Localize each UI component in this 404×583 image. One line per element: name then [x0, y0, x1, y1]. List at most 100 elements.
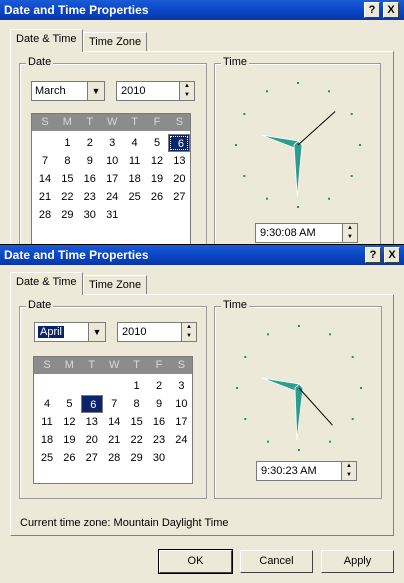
calendar-day[interactable]: 11 [36, 413, 58, 431]
calendar-day[interactable]: 22 [56, 188, 78, 206]
calendar-day[interactable]: 28 [103, 449, 125, 467]
calendar-day[interactable]: 1 [56, 134, 78, 152]
time-group-label: Time [221, 299, 250, 311]
calendar-day[interactable]: 23 [79, 188, 101, 206]
calendar-day[interactable]: 19 [58, 431, 80, 449]
title-bar[interactable]: Date and Time Properties [0, 245, 404, 265]
calendar-day[interactable]: 11 [124, 152, 146, 170]
spin-down-icon[interactable]: ▼ [341, 471, 356, 480]
month-select[interactable]: March ▼ [31, 81, 105, 101]
calendar-day[interactable]: 12 [146, 152, 168, 170]
spin-down-icon[interactable]: ▼ [342, 233, 357, 242]
calendar-day[interactable]: 24 [101, 188, 123, 206]
calendar-day[interactable]: 27 [168, 188, 190, 206]
year-spinner[interactable]: 2010 ▲ ▼ [116, 81, 195, 101]
calendar-day[interactable]: 4 [36, 395, 58, 413]
calendar-day[interactable]: 27 [81, 449, 103, 467]
tab-time-zone[interactable]: Time Zone [83, 275, 148, 295]
calendar-day[interactable]: 9 [79, 152, 101, 170]
tab-time-zone[interactable]: Time Zone [83, 32, 148, 52]
spin-down-icon[interactable]: ▼ [181, 332, 196, 341]
calendar-day[interactable]: 12 [58, 413, 80, 431]
calendar-day[interactable]: 20 [168, 170, 190, 188]
close-button[interactable]: X [384, 247, 400, 263]
calendar-day[interactable]: 13 [81, 413, 103, 431]
calendar-day[interactable]: 19 [146, 170, 168, 188]
calendar-day[interactable]: 2 [79, 134, 101, 152]
calendar-day[interactable]: 1 [126, 377, 148, 395]
calendar-day[interactable]: 25 [36, 449, 58, 467]
calendar-day[interactable]: 16 [148, 413, 170, 431]
calendar-day[interactable]: 20 [81, 431, 103, 449]
clock-tick [350, 175, 353, 177]
analog-clock [235, 82, 361, 208]
title-bar[interactable]: Date and Time Properties [0, 0, 404, 20]
calendar-day[interactable]: 31 [101, 206, 123, 224]
spin-down-icon[interactable]: ▼ [179, 91, 194, 100]
calendar-day[interactable]: 10 [170, 395, 192, 413]
calendar-day[interactable]: 29 [126, 449, 148, 467]
clock-tick [360, 387, 362, 389]
calendar-day[interactable]: 13 [168, 152, 190, 170]
calendar-day[interactable]: 16 [79, 170, 101, 188]
calendar-day[interactable]: 8 [56, 152, 78, 170]
calendar-day[interactable]: 23 [148, 431, 170, 449]
calendar-day[interactable]: 17 [101, 170, 123, 188]
calendar-day[interactable]: 14 [103, 413, 125, 431]
calendar-day[interactable]: 15 [56, 170, 78, 188]
tab-date-time[interactable]: Date & Time [10, 272, 83, 295]
calendar-day[interactable]: 22 [126, 431, 148, 449]
chevron-down-icon[interactable]: ▼ [87, 82, 104, 100]
second-hand [298, 387, 333, 426]
time-value: 9:30:23 AM [261, 465, 317, 477]
calendar-day[interactable]: 17 [170, 413, 192, 431]
second-hand [297, 111, 336, 146]
calendar-day[interactable]: 18 [124, 170, 146, 188]
date-group-label: Date [26, 299, 54, 311]
time-spinner[interactable]: 9:30:08 AM ▲ ▼ [255, 223, 358, 243]
calendar-day[interactable]: 7 [103, 395, 125, 413]
calendar-day[interactable]: 29 [56, 206, 78, 224]
weekday-header: T [131, 116, 138, 128]
calendar-day[interactable]: 25 [124, 188, 146, 206]
ok-button[interactable]: OK [158, 549, 233, 574]
calendar-day[interactable]: 30 [79, 206, 101, 224]
calendar-day[interactable]: 15 [126, 413, 148, 431]
calendar-day[interactable]: 10 [101, 152, 123, 170]
help-button[interactable]: ? [364, 2, 380, 18]
calendar-day[interactable]: 9 [148, 395, 170, 413]
calendar-day[interactable]: 30 [148, 449, 170, 467]
calendar-day[interactable]: 24 [170, 431, 192, 449]
calendar-day[interactable]: 18 [36, 431, 58, 449]
clock-tick [297, 206, 299, 208]
calendar-day[interactable]: 3 [170, 377, 192, 395]
cancel-button[interactable]: Cancel [240, 550, 313, 573]
calendar-day[interactable]: 2 [148, 377, 170, 395]
calendar-day[interactable]: 21 [103, 431, 125, 449]
calendar-day[interactable]: 5 [58, 395, 80, 413]
help-button[interactable]: ? [365, 247, 381, 263]
weekday-header: F [153, 116, 161, 128]
weekday-header: T [88, 359, 96, 371]
calendar-day[interactable]: 14 [34, 170, 56, 188]
calendar-day[interactable]: 5 [146, 134, 168, 152]
calendar-day[interactable]: 8 [126, 395, 148, 413]
calendar-day[interactable]: 28 [34, 206, 56, 224]
calendar-day[interactable]: 7 [34, 152, 56, 170]
calendar-day[interactable]: 4 [124, 134, 146, 152]
calendar-day[interactable]: 26 [146, 188, 168, 206]
year-spinner[interactable]: 2010 ▲ ▼ [117, 322, 197, 342]
clock-tick [266, 197, 268, 200]
apply-button[interactable]: Apply [321, 550, 394, 573]
calendar-day[interactable]: 3 [101, 134, 123, 152]
close-button[interactable]: X [383, 2, 399, 18]
time-spinner[interactable]: 9:30:23 AM ▲ ▼ [256, 461, 357, 481]
calendar-day-selected[interactable]: 6 [80, 395, 103, 413]
tab-date-time[interactable]: Date & Time [10, 29, 83, 52]
calendar-day[interactable]: 26 [58, 449, 80, 467]
clock-tick [297, 82, 299, 84]
calendar-day[interactable]: 21 [34, 188, 56, 206]
month-select[interactable]: April ▼ [34, 322, 106, 342]
calendar-day-selected[interactable]: 6 [168, 134, 191, 152]
chevron-down-icon[interactable]: ▼ [88, 323, 105, 341]
